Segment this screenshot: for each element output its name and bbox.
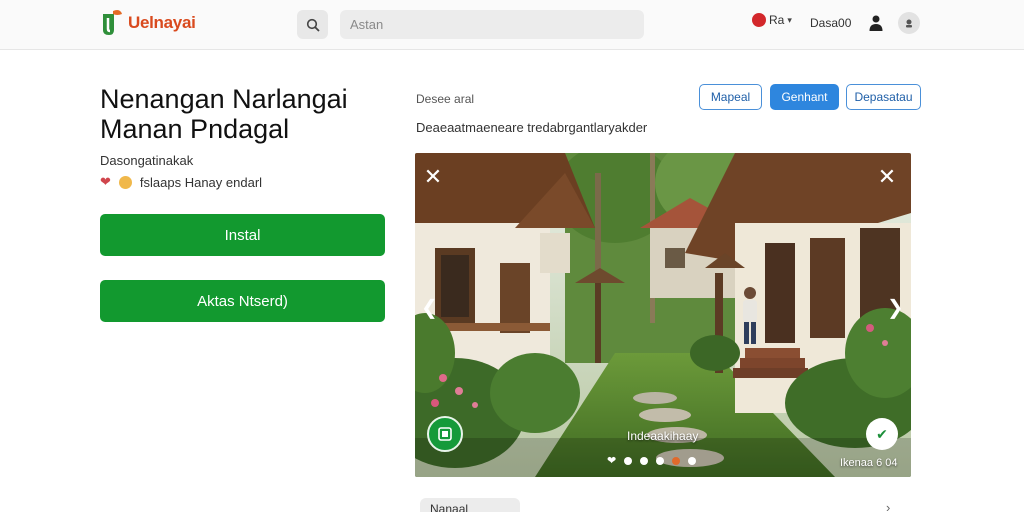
screenshot-gallery[interactable]: ✕ ✕ ❮ ❯ Indeaakihaay ✔ ❤ Ikenaa 6 04 (415, 153, 911, 477)
tab-genhant[interactable]: Genhant (770, 84, 839, 110)
close-icon[interactable]: ✕ (877, 166, 897, 188)
rating-text: fslaaps Hanay endarl (139, 174, 263, 190)
notification-menu[interactable]: Ra ▾ (752, 13, 792, 27)
secondary-action-button[interactable]: Aktas Ntserd) (100, 280, 385, 322)
top-bar: Uelnayai Ra ▾ Dasa00 (0, 0, 1024, 50)
caret-down-icon: ▾ (787, 14, 792, 25)
search-icon (306, 18, 320, 32)
check-icon[interactable]: ✔ (866, 418, 898, 450)
gallery-pagination: ❤ (607, 456, 697, 467)
person-icon[interactable] (868, 14, 884, 32)
description: Deaeaatmaeneare tredabrgantlaryakder (416, 120, 648, 135)
sign-link[interactable]: Dasa00 (810, 16, 851, 30)
page-dot[interactable] (688, 457, 697, 465)
user-label: Ra (769, 13, 785, 27)
logo-icon (100, 8, 124, 38)
app-title: Nenangan Narlangai Manan Pndagal (100, 84, 348, 144)
page-dot[interactable] (624, 457, 633, 465)
search-button[interactable] (297, 10, 328, 39)
avatar-icon[interactable] (898, 12, 920, 34)
badge-icon[interactable] (427, 416, 463, 452)
brand-name: Uelnayai (128, 13, 196, 32)
rating-row: ❤ fslaaps Hanay endarl (100, 174, 262, 190)
bottom-chip[interactable]: Nanaal (420, 498, 520, 512)
notification-icon (752, 13, 766, 27)
close-icon[interactable]: ✕ (423, 166, 443, 188)
heart-icon: ❤ (100, 174, 111, 189)
section-label: Desee aral (416, 92, 475, 106)
search-input[interactable] (340, 10, 644, 39)
page-dot[interactable] (640, 457, 649, 465)
install-button[interactable]: Instal (100, 214, 385, 256)
emoji-icon (118, 175, 132, 189)
gallery-counter: Ikenaa 6 04 (840, 457, 898, 469)
page-dot[interactable] (656, 457, 665, 465)
chevron-left-icon[interactable]: ❮ (421, 297, 438, 319)
gallery-caption: Indeaakihaay (627, 429, 699, 443)
tab-mapeal[interactable]: Mapeal (699, 84, 762, 110)
brand-logo[interactable]: Uelnayai (100, 8, 196, 38)
heart-icon[interactable]: ❤ (607, 456, 616, 467)
chevron-right-icon[interactable]: ❯ (887, 297, 904, 319)
tab-depasatau[interactable]: Depasatau (846, 84, 921, 110)
developer-name[interactable]: Dasongatinakak (100, 153, 193, 168)
page-dot-active[interactable] (672, 457, 681, 465)
arrow-right-icon[interactable]: › (886, 500, 890, 512)
